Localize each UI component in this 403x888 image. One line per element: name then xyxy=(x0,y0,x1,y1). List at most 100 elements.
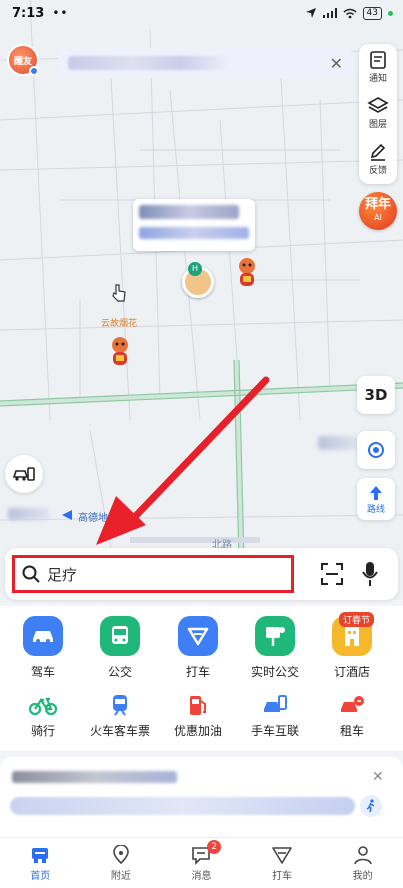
promo-new-year-button[interactable]: 拜年 AI xyxy=(359,192,397,230)
feedback-label: 反馈 xyxy=(368,166,387,176)
microphone-icon[interactable] xyxy=(361,561,379,587)
message-count-badge: 2 xyxy=(207,840,222,854)
bus-icon xyxy=(100,616,140,656)
layers-label: 图层 xyxy=(368,120,387,130)
map-roads xyxy=(0,0,403,600)
battery-indicator: 43 xyxy=(362,6,382,20)
map-text-gaode: 高德地 xyxy=(78,513,108,524)
dragon-mascot-icon[interactable] xyxy=(234,256,260,290)
route-button[interactable]: 路线 xyxy=(357,478,395,520)
poi-badge: H xyxy=(188,262,202,276)
walk-icon[interactable] xyxy=(360,795,382,817)
service-label: 实时公交 xyxy=(250,665,299,679)
search-input[interactable]: 足疗 xyxy=(12,555,294,593)
bus-stop-icon xyxy=(255,616,295,656)
tab-label: 附近 xyxy=(110,870,131,882)
locate-icon xyxy=(368,442,384,458)
3d-toggle-button[interactable]: 3D xyxy=(357,376,395,414)
tab-nearby[interactable]: 附近 xyxy=(81,838,162,888)
map-label-cloud: 云故烟花 xyxy=(101,319,138,329)
feedback-button[interactable]: 反馈 xyxy=(368,136,388,182)
right-tool-panel: 通知 图层 反馈 xyxy=(359,44,397,184)
service-label: 公交 xyxy=(107,665,132,679)
dragon-mascot-icon[interactable] xyxy=(107,335,133,369)
service-train-tickets[interactable]: 火车客车票 xyxy=(82,692,158,739)
card-close-icon[interactable]: ✕ xyxy=(372,769,384,785)
service-label: 打车 xyxy=(185,665,210,679)
locate-button[interactable] xyxy=(357,431,395,469)
avatar-status-dot xyxy=(29,66,39,76)
search-icon xyxy=(22,565,40,583)
service-label: 优惠加油 xyxy=(173,724,222,738)
recommendation-card[interactable]: ✕ xyxy=(0,757,403,837)
service-bus[interactable]: 公交 xyxy=(82,616,158,680)
edit-pen-icon xyxy=(370,143,386,161)
layers-button[interactable]: 图层 xyxy=(367,90,389,136)
service-label: 骑行 xyxy=(30,724,55,738)
service-realtime-bus[interactable]: 实时公交 xyxy=(237,616,313,680)
promo-sub: AI xyxy=(374,213,382,222)
bicycle-icon xyxy=(28,692,58,718)
service-car-rental[interactable]: 租车 xyxy=(314,692,390,739)
status-dots: •• xyxy=(52,6,69,20)
card-blurred-title xyxy=(12,771,177,783)
car-phone-icon xyxy=(12,467,35,481)
signal-icon xyxy=(322,8,337,18)
hotel-promo-badge: 订春节 xyxy=(339,612,375,627)
service-label: 租车 xyxy=(339,724,364,738)
tab-taxi[interactable]: 打车 xyxy=(242,838,323,888)
service-fuel[interactable]: 优惠加油 xyxy=(160,692,236,739)
poi-callout[interactable] xyxy=(133,199,255,251)
taxi-icon xyxy=(178,616,218,656)
wifi-icon xyxy=(343,8,357,18)
layers-icon xyxy=(367,97,389,113)
notification-icon xyxy=(370,51,386,69)
tab-messages[interactable]: 消息 2 xyxy=(161,838,242,888)
fuel-pump-icon xyxy=(183,692,213,718)
avatar[interactable]: 醒友 xyxy=(7,44,39,76)
location-arrow-icon xyxy=(305,8,316,18)
home-icon xyxy=(32,847,49,863)
status-time: 7:13 xyxy=(12,5,45,21)
service-label: 手车互联 xyxy=(250,724,299,738)
car-mode-button[interactable] xyxy=(5,455,43,493)
avatar-text: 醒友 xyxy=(13,56,32,67)
map-blur-label xyxy=(8,508,50,520)
close-icon[interactable]: ✕ xyxy=(330,54,343,73)
hand-pointer-icon xyxy=(112,284,126,302)
service-label: 订酒店 xyxy=(333,665,370,679)
nearby-pin-icon xyxy=(113,844,129,864)
card-blurred-body xyxy=(10,797,355,815)
car-link-icon xyxy=(260,692,290,718)
status-dot xyxy=(388,10,393,16)
train-icon xyxy=(105,692,135,718)
tab-profile[interactable]: 我的 xyxy=(322,838,403,888)
service-grid: 驾车 公交 打车 实时公交 订酒店 骑行 火车客车票 优惠加油 手车互联 租车 xyxy=(0,606,403,751)
service-cycling[interactable]: 骑行 xyxy=(5,692,81,739)
promo-title: 拜年 xyxy=(364,197,391,212)
route-arrow-icon xyxy=(370,485,382,500)
search-text: 足疗 xyxy=(47,565,78,584)
service-taxi[interactable]: 打车 xyxy=(160,616,236,680)
tab-label: 打车 xyxy=(272,870,293,882)
user-icon xyxy=(353,845,372,864)
tab-home[interactable]: 首页 xyxy=(0,838,81,888)
taxi-tab-icon xyxy=(272,846,292,864)
route-label: 路线 xyxy=(366,504,385,515)
top-search-blurred-text xyxy=(68,56,230,70)
car-rental-icon xyxy=(337,692,367,718)
car-icon xyxy=(23,616,63,656)
service-car-link[interactable]: 手车互联 xyxy=(237,692,313,739)
tab-label: 消息 xyxy=(191,870,212,882)
bottom-tab-bar: 首页 附近 消息 2 打车 我的 xyxy=(0,837,403,888)
top-search-box[interactable]: ✕ xyxy=(58,48,353,78)
map-blur-label xyxy=(318,436,358,450)
main-search-bar: 足疗 xyxy=(5,548,398,600)
tab-label: 首页 xyxy=(30,870,51,882)
service-drive[interactable]: 驾车 xyxy=(5,616,81,680)
service-label: 火车客车票 xyxy=(89,724,150,738)
map-view[interactable]: H 云故烟花 高德地 北路 xyxy=(0,0,403,600)
notify-button[interactable]: 通知 xyxy=(368,44,388,90)
service-label: 驾车 xyxy=(30,665,55,679)
scan-icon[interactable] xyxy=(320,562,344,586)
